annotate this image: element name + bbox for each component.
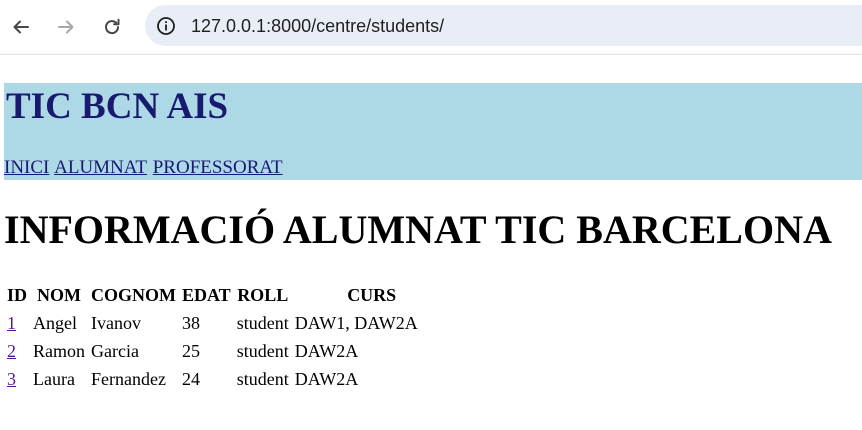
- cell-nom: Laura: [33, 369, 75, 389]
- browser-toolbar: 127.0.0.1:8000/centre/students/: [0, 0, 862, 55]
- cell-roll: student: [236, 313, 289, 333]
- cell-cognom: Ivanov: [91, 313, 141, 333]
- column-header-roll: ROLL: [237, 285, 289, 305]
- nav-link-professorat[interactable]: PROFESSORAT: [153, 157, 283, 178]
- cell-roll: student: [236, 341, 289, 361]
- cell-id: 1: [4, 309, 30, 337]
- page-content: TIC BCN AIS INICI ALUMNAT PROFESSORAT IN…: [0, 56, 862, 430]
- address-bar[interactable]: 127.0.0.1:8000/centre/students/: [145, 5, 862, 46]
- arrow-right-icon: [58, 20, 74, 34]
- cell-curs: DAW2A: [294, 369, 359, 389]
- url-text[interactable]: 127.0.0.1:8000/centre/students/: [191, 15, 444, 37]
- students-table: ID NOM COGNOM EDAT ROLL CURS 1 Angel Iva…: [4, 281, 452, 393]
- column-header-curs: CURS: [347, 285, 397, 305]
- cell-cognom: Garcia: [91, 341, 139, 361]
- cell-nom: Ramon: [33, 341, 86, 361]
- cell-nom: Angel: [33, 313, 78, 333]
- cell-id: 3: [4, 365, 30, 393]
- cell-roll: student: [236, 369, 289, 389]
- student-id-link[interactable]: 1: [7, 313, 16, 333]
- page-title: INFORMACIÓ ALUMNAT TIC BARCELONA: [4, 207, 832, 252]
- cell-id: 2: [4, 337, 30, 365]
- cell-curs: DAW2A: [294, 341, 359, 361]
- arrow-left-icon: [13, 20, 29, 34]
- cell-edat: 38: [182, 313, 201, 333]
- reload-icon: [105, 18, 120, 35]
- nav-link-inici[interactable]: INICI: [4, 157, 49, 178]
- forward-button[interactable]: [52, 13, 80, 41]
- table-row: 2 Ramon Garcia 25 student DAW2A: [4, 337, 452, 365]
- site-title: TIC BCN AIS: [6, 86, 229, 127]
- column-header-id: ID: [7, 285, 28, 305]
- reload-button[interactable]: [98, 13, 126, 41]
- cell-curs: DAW1, DAW2A: [294, 313, 418, 333]
- column-header-nom: NOM: [37, 285, 82, 305]
- student-id-link[interactable]: 2: [7, 341, 16, 361]
- column-header-cognom: COGNOM: [91, 285, 177, 305]
- site-nav: INICI ALUMNAT PROFESSORAT: [4, 157, 284, 179]
- table-row: 1 Angel Ivanov 38 student DAW1, DAW2A: [4, 309, 452, 337]
- column-header-edat: EDAT: [182, 285, 231, 305]
- table-row: 3 Laura Fernandez 24 student DAW2A: [4, 365, 452, 393]
- cell-edat: 24: [182, 369, 201, 389]
- site-header: TIC BCN AIS INICI ALUMNAT PROFESSORAT: [4, 83, 862, 180]
- cell-cognom: Fernandez: [91, 369, 166, 389]
- site-info-icon[interactable]: [155, 15, 177, 37]
- back-button[interactable]: [7, 13, 35, 41]
- cell-edat: 25: [182, 341, 201, 361]
- nav-link-alumnat[interactable]: ALUMNAT: [54, 157, 147, 178]
- student-id-link[interactable]: 3: [7, 369, 16, 389]
- table-header-row: ID NOM COGNOM EDAT ROLL CURS: [4, 281, 452, 309]
